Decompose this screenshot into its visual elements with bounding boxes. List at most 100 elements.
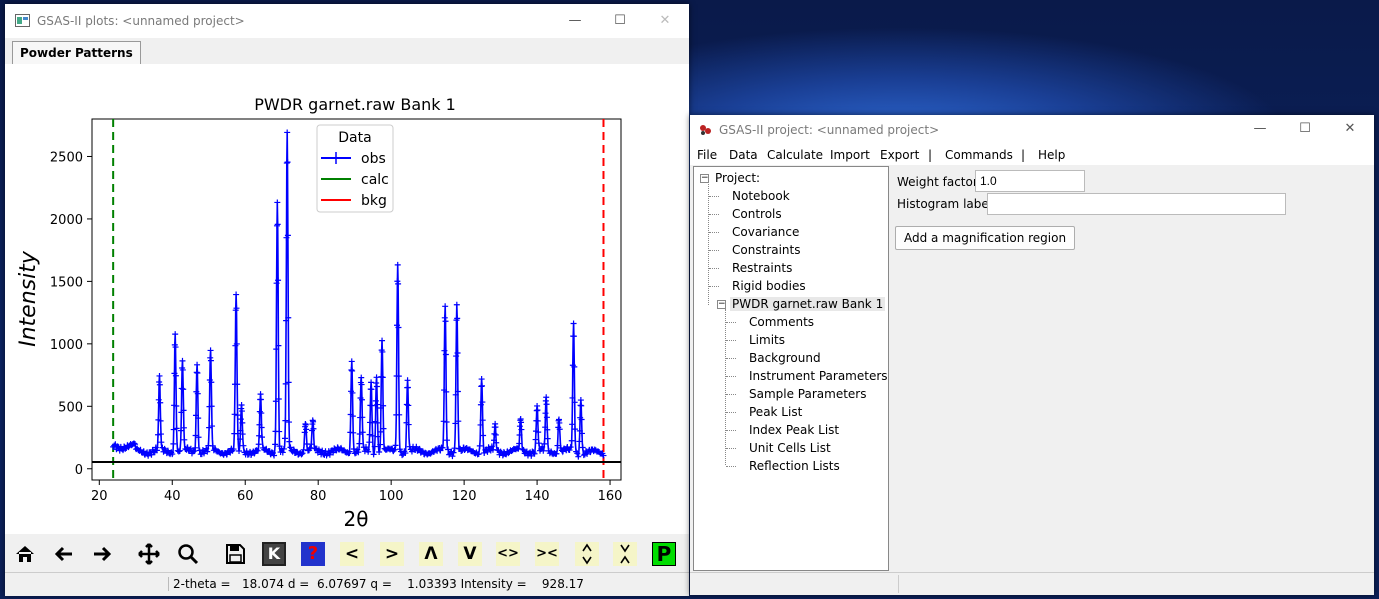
back-arrow-icon[interactable] — [52, 542, 76, 566]
weight-factor-input[interactable] — [975, 170, 1085, 192]
obs-point — [479, 382, 486, 389]
forward-arrow-icon[interactable] — [90, 542, 114, 566]
shift-down-button[interactable]: V — [458, 542, 482, 566]
tree-root[interactable]: Project: — [715, 171, 760, 185]
project-window-titlebar[interactable]: GSAS-II project: <unnamed project> — ☐ ✕ — [690, 115, 1374, 145]
obs-point — [476, 442, 483, 449]
histogram-settings-pane: Weight factor: Histogram label: Add a ma… — [890, 166, 1374, 571]
menu-export[interactable]: Export — [880, 148, 919, 162]
collapse-icon[interactable]: − — [717, 300, 726, 309]
shift-up-button[interactable]: Λ — [419, 542, 443, 566]
k-button[interactable]: K — [262, 542, 286, 566]
x-tick-label: 20 — [91, 489, 108, 504]
tree-item-background[interactable]: Background — [749, 351, 821, 365]
window-title: GSAS-II plots: <unnamed project> — [37, 14, 245, 28]
help-button[interactable]: ? — [301, 542, 325, 566]
tree-item-sample-parameters[interactable]: Sample Parameters — [749, 387, 867, 401]
obs-point — [281, 435, 288, 442]
project-window: GSAS-II project: <unnamed project> — ☐ ✕… — [690, 115, 1374, 595]
shift-left-button[interactable]: < — [340, 542, 364, 566]
plot-window-titlebar[interactable]: GSAS-II plots: <unnamed project> — ☐ ✕ — [5, 4, 689, 38]
vertical-expand-icon[interactable] — [575, 542, 599, 566]
tree-item-controls[interactable]: Controls — [732, 207, 782, 221]
close-icon[interactable]: ✕ — [1336, 118, 1364, 140]
obs-point — [179, 357, 186, 364]
tree-connector — [709, 286, 719, 287]
tree-item-limits[interactable]: Limits — [749, 333, 785, 347]
tab-powder-patterns[interactable]: Powder Patterns — [12, 41, 141, 64]
obs-point — [368, 379, 375, 386]
obs-point — [348, 366, 355, 373]
tree-item-rigid-bodies[interactable]: Rigid bodies — [732, 279, 806, 293]
x-tick-label: 80 — [310, 489, 327, 504]
menu-separator: | — [928, 148, 933, 162]
save-icon[interactable] — [223, 542, 247, 566]
obs-point — [156, 372, 163, 379]
menu-help[interactable]: Help — [1038, 148, 1065, 162]
obs-point — [379, 337, 386, 344]
obs-point — [233, 291, 240, 298]
obs-point — [284, 159, 291, 166]
vertical-contract-icon[interactable] — [613, 542, 637, 566]
legend-entry-bkg: bkg — [361, 193, 387, 209]
tree-item-comments[interactable]: Comments — [749, 315, 814, 329]
menu-calculate[interactable]: Calculate — [767, 148, 823, 162]
x-tick-label: 40 — [164, 489, 181, 504]
contract-x-button[interactable]: >< — [535, 542, 559, 566]
obs-point — [373, 383, 380, 390]
obs-point — [478, 376, 485, 383]
obs-point — [404, 377, 411, 384]
project-tree[interactable]: − Project: Notebook Controls Covariance … — [693, 166, 889, 571]
obs-point — [543, 401, 550, 408]
tree-item-restraints[interactable]: Restraints — [732, 261, 792, 275]
minimize-icon[interactable]: — — [1246, 118, 1274, 140]
menu-file[interactable]: File — [697, 148, 717, 162]
obs-point — [283, 160, 290, 167]
p-button[interactable]: P — [652, 542, 676, 566]
menu-data[interactable]: Data — [729, 148, 758, 162]
app-icon — [15, 14, 30, 27]
minimize-icon[interactable]: — — [561, 10, 589, 32]
obs-point — [273, 222, 280, 229]
tree-item-peak-list[interactable]: Peak List — [749, 405, 802, 419]
zoom-icon[interactable] — [176, 542, 200, 566]
pan-icon[interactable] — [137, 542, 161, 566]
tree-item-instrument-parameters[interactable]: Instrument Parameters — [749, 369, 888, 383]
obs-point — [286, 419, 293, 426]
tree-item-histogram[interactable]: PWDR garnet.raw Bank 1 — [730, 297, 886, 311]
tree-connector — [726, 412, 736, 413]
tree-connector — [725, 309, 726, 465]
histogram-label-input[interactable] — [987, 193, 1286, 215]
plot-status-bar: 2-theta = 18.074 d = 6.07697 q = 1.03393… — [5, 572, 689, 596]
obs-point — [257, 396, 264, 403]
obs-point — [285, 379, 292, 386]
menu-commands[interactable]: Commands — [945, 148, 1013, 162]
tree-item-reflection-lists[interactable]: Reflection Lists — [749, 459, 840, 473]
shift-right-button[interactable]: > — [380, 542, 404, 566]
close-icon[interactable]: ✕ — [651, 10, 679, 32]
tree-item-constraints[interactable]: Constraints — [732, 243, 800, 257]
tree-item-notebook[interactable]: Notebook — [732, 189, 790, 203]
tree-item-unit-cells-list[interactable]: Unit Cells List — [749, 441, 831, 455]
obs-point — [349, 367, 356, 374]
x-tick-label: 120 — [452, 489, 477, 504]
obs-point — [358, 374, 365, 381]
home-icon[interactable] — [13, 542, 37, 566]
tree-connector — [726, 466, 736, 467]
powder-pattern-chart[interactable]: PWDR garnet.raw Bank 1 20 40 60 80 100 120 140… — [5, 64, 689, 534]
tree-connector — [726, 430, 736, 431]
tree-connector — [726, 358, 736, 359]
tree-connector — [709, 232, 719, 233]
collapse-icon[interactable]: − — [700, 174, 709, 183]
maximize-icon[interactable]: ☐ — [1291, 118, 1319, 140]
tree-item-covariance[interactable]: Covariance — [732, 225, 799, 239]
menu-import[interactable]: Import — [830, 148, 870, 162]
obs-point — [158, 439, 165, 446]
obs-point — [231, 411, 238, 418]
plot-canvas[interactable]: PWDR garnet.raw Bank 1 20 40 60 80 100 120 140… — [5, 64, 689, 534]
tree-item-index-peak-list[interactable]: Index Peak List — [749, 423, 839, 437]
expand-x-button[interactable]: <> — [496, 542, 520, 566]
add-magnification-region-button[interactable]: Add a magnification region — [895, 226, 1076, 250]
maximize-icon[interactable]: ☐ — [606, 10, 634, 32]
obs-point — [194, 369, 201, 376]
